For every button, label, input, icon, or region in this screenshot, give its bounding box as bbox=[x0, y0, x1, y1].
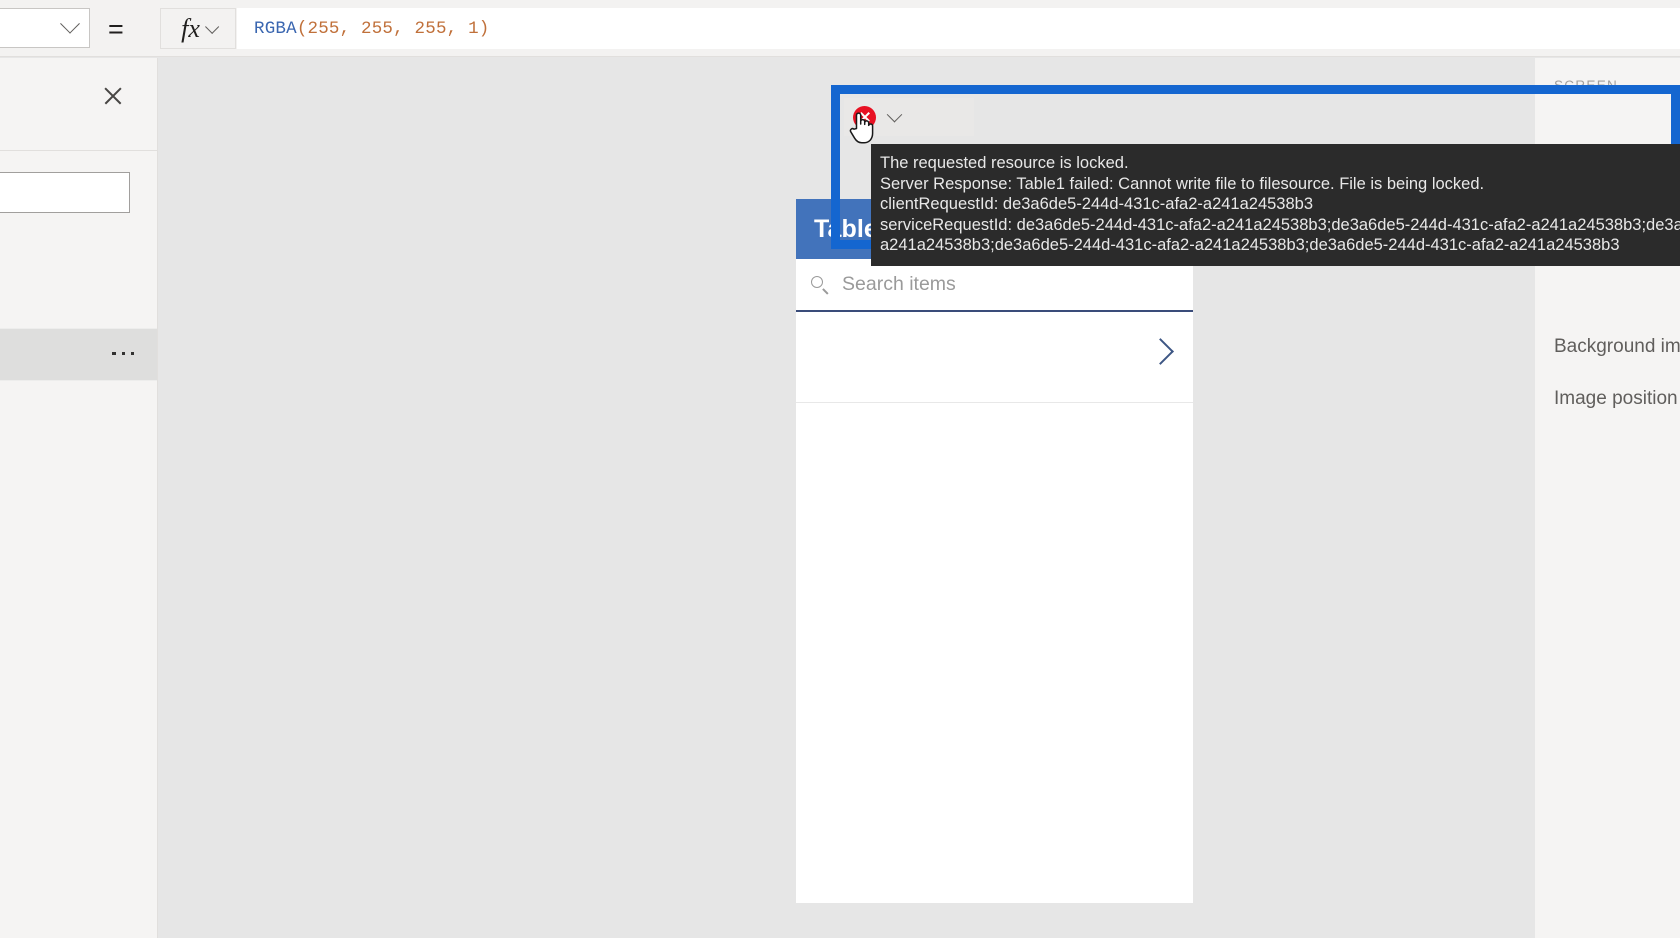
formula-token-close-paren: ) bbox=[478, 18, 490, 39]
function-icon: fx bbox=[181, 13, 200, 43]
property-label-image-position: Image position bbox=[1554, 388, 1678, 409]
formula-token-alpha: 1 bbox=[468, 18, 479, 39]
error-notification-button[interactable] bbox=[844, 98, 974, 136]
formula-token-comma: , bbox=[446, 18, 469, 39]
formula-token-comma: , bbox=[393, 18, 415, 39]
left-tree-panel bbox=[0, 58, 158, 938]
formula-token-green: 255 bbox=[361, 18, 394, 39]
chevron-right-icon[interactable] bbox=[1147, 338, 1174, 365]
fx-button[interactable]: fx bbox=[160, 8, 236, 49]
formula-token-function: RGBA bbox=[254, 18, 297, 39]
close-icon[interactable] bbox=[102, 85, 124, 107]
property-label-background-image: Background image bbox=[1554, 336, 1680, 357]
formula-token-open-paren: ( bbox=[296, 18, 308, 39]
search-input[interactable] bbox=[0, 172, 130, 213]
formula-token-red: 255 bbox=[307, 18, 340, 39]
gallery-search-box[interactable]: Search items bbox=[796, 259, 1193, 312]
formula-bar: = fx RGBA(255, 255, 255, 1) bbox=[0, 0, 1680, 57]
equals-label: = bbox=[108, 14, 124, 44]
formula-input[interactable]: RGBA(255, 255, 255, 1) bbox=[237, 8, 1680, 49]
error-tooltip: The requested resource is locked. Server… bbox=[871, 144, 1680, 266]
tooltip-line-3: clientRequestId: de3a6de5-244d-431c-afa2… bbox=[880, 195, 1314, 214]
tooltip-line-2: Server Response: Table1 failed: Cannot w… bbox=[880, 174, 1485, 193]
formula-token-blue: 255 bbox=[414, 18, 447, 39]
list-item[interactable] bbox=[0, 328, 157, 381]
properties-section-label: SCREEN bbox=[1554, 78, 1619, 93]
chevron-down-icon[interactable] bbox=[886, 106, 903, 122]
tooltip-line-1: The requested resource is locked. bbox=[880, 154, 1129, 172]
property-dropdown[interactable] bbox=[0, 8, 90, 48]
gallery-search-placeholder: Search items bbox=[842, 273, 956, 295]
gallery-control[interactable]: Table1 Search items bbox=[796, 199, 1193, 903]
search-icon bbox=[810, 275, 830, 295]
formula-token-comma: , bbox=[339, 18, 362, 39]
tooltip-line-5: a241a24538b3;de3a6de5-244d-431c-afa2-a24… bbox=[880, 236, 1620, 255]
chevron-down-icon bbox=[60, 13, 80, 34]
more-options-icon[interactable] bbox=[112, 352, 134, 356]
tooltip-line-4: serviceRequestId: de3a6de5-244d-431c-afa… bbox=[880, 215, 1680, 234]
power-apps-studio: = fx RGBA(255, 255, 255, 1) Table1 Searc… bbox=[0, 0, 1680, 938]
gallery-item-row[interactable] bbox=[796, 312, 1193, 403]
error-icon[interactable] bbox=[853, 105, 876, 129]
left-panel-header bbox=[0, 58, 158, 151]
chevron-down-icon bbox=[204, 19, 220, 34]
